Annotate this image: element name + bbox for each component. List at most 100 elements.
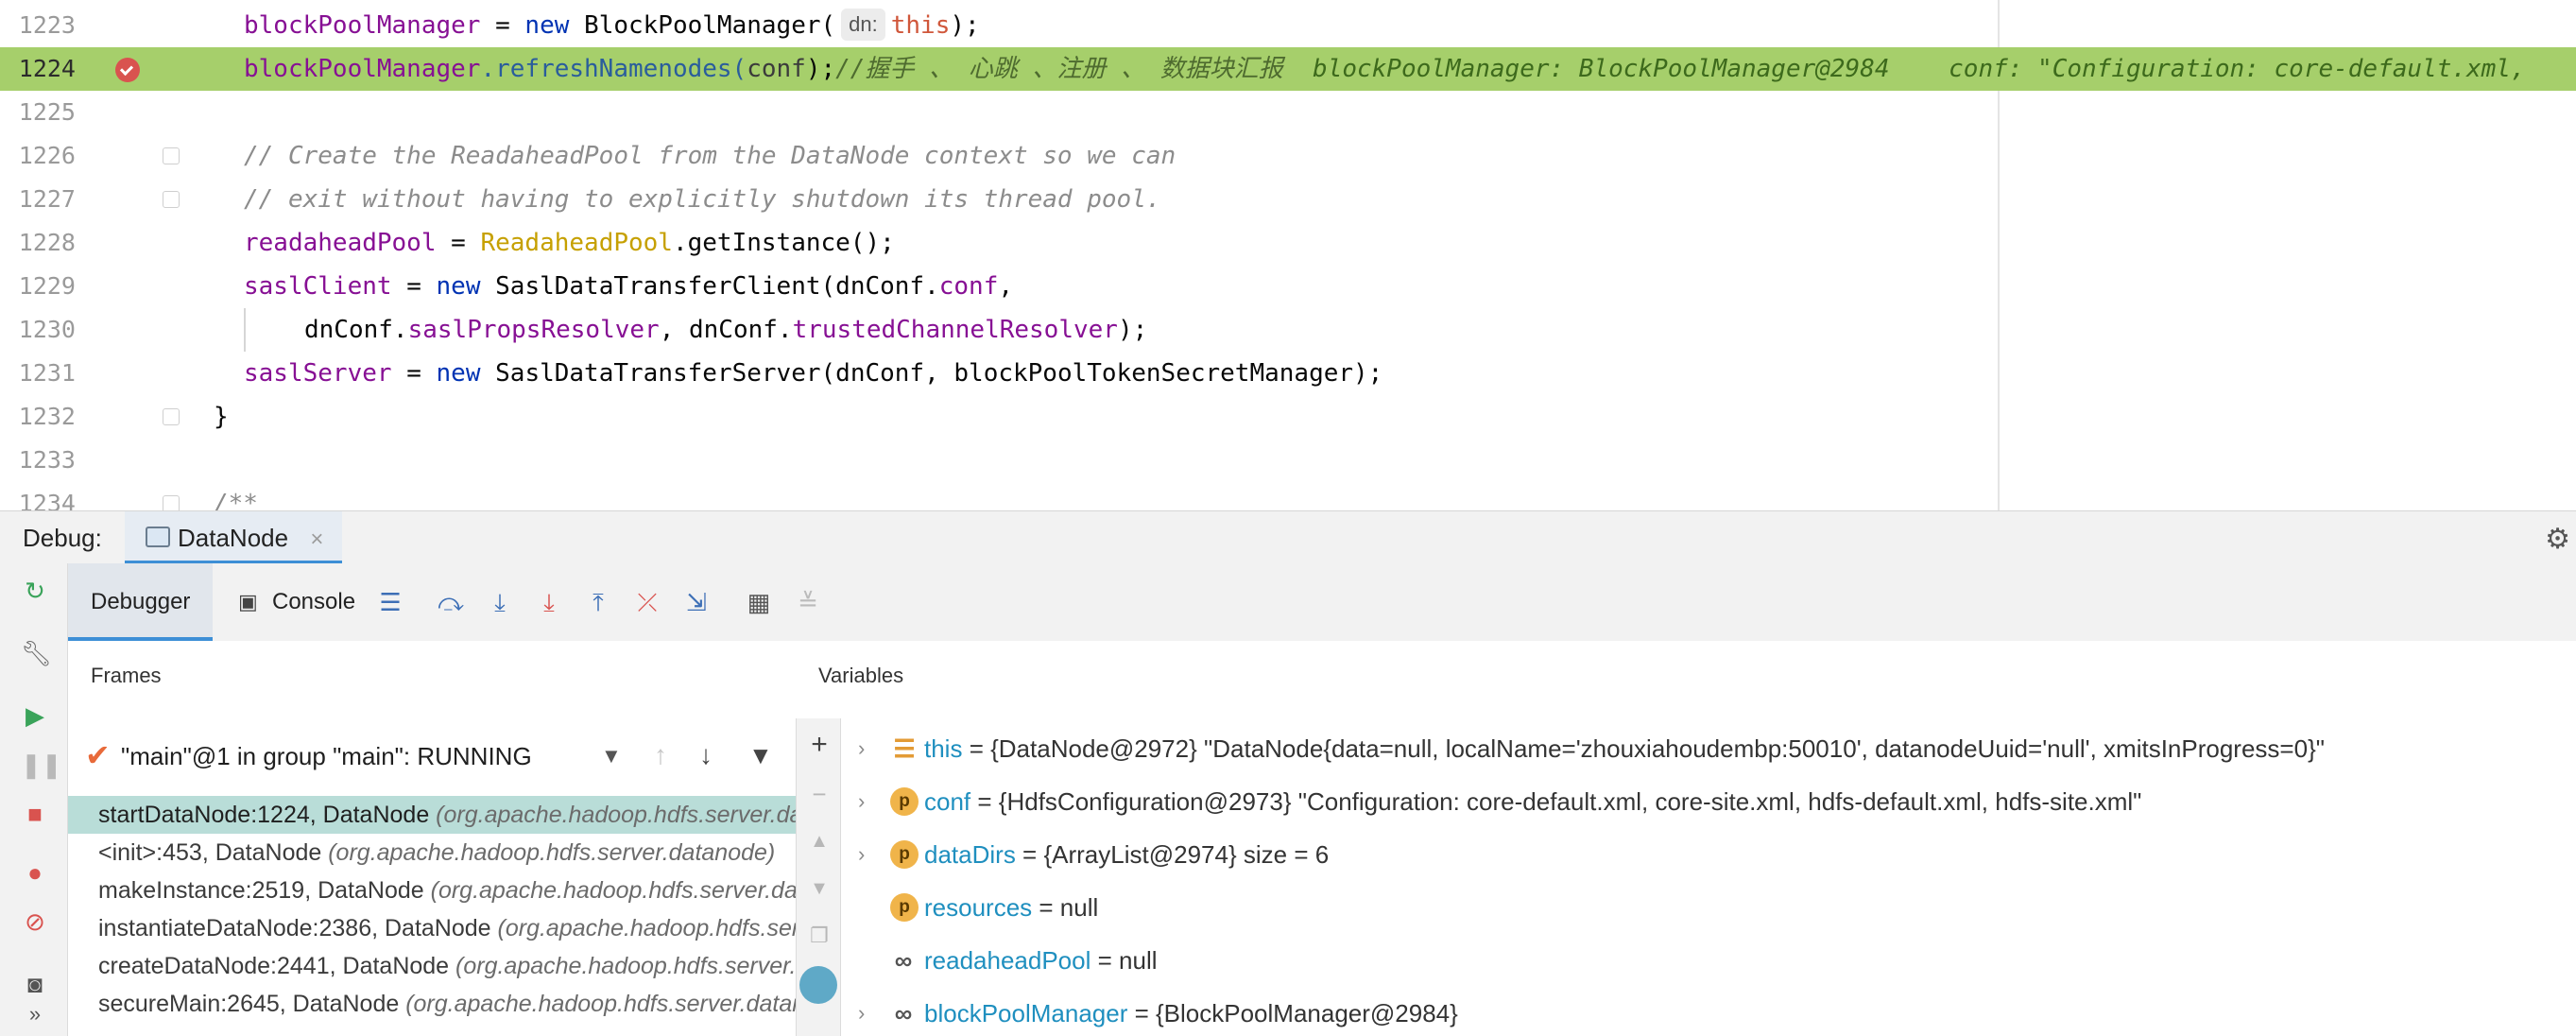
parameter-icon: p	[890, 893, 919, 922]
force-step-into-icon[interactable]: ⤓	[535, 588, 563, 616]
variable-row[interactable]: › ☰ this = {DataNode@2972} "DataNode{dat…	[841, 722, 2576, 775]
inline-debug-values: blockPoolManager: BlockPoolManager@2984 …	[1282, 55, 2541, 83]
code-line-1223[interactable]: 1223 blockPoolManager = new BlockPoolMan…	[0, 4, 2576, 47]
frame-item[interactable]: startDataNode:1224, DataNode (org.apache…	[68, 796, 796, 834]
expand-icon[interactable]: ›	[858, 722, 865, 775]
line-number: 1227	[18, 185, 76, 213]
frame-item[interactable]: instantiateDataNode:2386, DataNode (org.…	[68, 909, 796, 947]
code-line-1227[interactable]: 1227 // exit without having to explicitl…	[0, 178, 2576, 221]
code-editor[interactable]: 1223 blockPoolManager = new BlockPoolMan…	[0, 0, 2576, 510]
layout-icon[interactable]: ☰	[376, 588, 404, 616]
fold-icon[interactable]	[163, 408, 180, 425]
breakpoint-icon[interactable]	[115, 58, 140, 82]
expand-icon[interactable]: ›	[858, 775, 865, 828]
step-out-icon[interactable]: ⤒	[584, 588, 612, 616]
stop-icon[interactable]: ■	[21, 800, 49, 828]
copy-icon[interactable]: ❐	[806, 923, 833, 949]
thread-label: "main"@1 in group "main": RUNNING	[121, 742, 532, 770]
line-number: 1223	[18, 11, 76, 39]
line-number: 1229	[18, 272, 76, 300]
code-line-1233[interactable]: 1233	[0, 439, 2576, 482]
code-line-1234[interactable]: 1234 /**	[0, 482, 2576, 510]
arrow-down-icon[interactable]: ↓	[699, 739, 713, 771]
glasses-icon[interactable]	[799, 966, 837, 1004]
move-down-icon[interactable]: ▼	[806, 875, 833, 902]
watch-glasses-icon: ∞	[894, 946, 913, 975]
code-comment: // exit without having to explicitly shu…	[244, 185, 1161, 214]
move-up-icon[interactable]: ▲	[806, 828, 833, 855]
frame-item[interactable]: createDataNode:2441, DataNode (org.apach…	[68, 947, 796, 985]
debug-session-tab[interactable]: DataNode ×	[125, 511, 343, 564]
mute-breakpoints-icon[interactable]: ⊘	[21, 907, 49, 936]
rerun-icon[interactable]: ↻	[21, 577, 49, 605]
variable-row[interactable]: ∞ readaheadPool = null	[841, 934, 2576, 987]
tab-console[interactable]: ▣ Console	[238, 563, 355, 641]
code-text: saslServer = new SaslDataTransferServer(…	[244, 359, 1383, 388]
arrow-up-icon[interactable]: ↑	[654, 739, 667, 771]
variable-row[interactable]: › p conf = {HdfsConfiguration@2973} "Con…	[841, 775, 2576, 828]
wrench-icon[interactable]: 🔧︎	[21, 639, 52, 667]
parameter-icon: p	[890, 787, 919, 816]
code-line-1230[interactable]: 1230 dnConf.saslPropsResolver, dnConf.tr…	[0, 308, 2576, 352]
variables-title: Variables	[818, 664, 904, 687]
variable-row[interactable]: › p dataDirs = {ArrayList@2974} size = 6	[841, 828, 2576, 881]
session-icon	[146, 527, 170, 547]
frames-title: Frames	[91, 664, 162, 687]
param-hint: dn:	[841, 9, 885, 41]
code-line-1225[interactable]: 1225	[0, 91, 2576, 134]
variable-row[interactable]: › ∞ blockPoolManager = {BlockPoolManager…	[841, 987, 2576, 1036]
console-icon: ▣	[238, 590, 258, 613]
code-text: readaheadPool = ReadaheadPool.getInstanc…	[244, 229, 895, 257]
code-line-1231[interactable]: 1231 saslServer = new SaslDataTransferSe…	[0, 352, 2576, 395]
thread-selector[interactable]: ✔ "main"@1 in group "main": RUNNING ▼ ↑ …	[68, 728, 796, 785]
gear-icon[interactable]: ⚙	[2545, 523, 2570, 556]
trace-icon[interactable]: ≚	[794, 588, 822, 616]
line-number: 1232	[18, 403, 76, 430]
frames-list[interactable]: startDataNode:1224, DataNode (org.apache…	[68, 796, 796, 1036]
code-line-1226[interactable]: 1226 // Create the ReadaheadPool from th…	[0, 134, 2576, 178]
code-line-1228[interactable]: 1228 readaheadPool = ReadaheadPool.getIn…	[0, 221, 2576, 265]
evaluate-expression-icon[interactable]: ▦	[745, 588, 773, 616]
fold-icon[interactable]	[163, 191, 180, 208]
more-icon[interactable]: »	[21, 1000, 49, 1028]
resume-icon[interactable]: ▶	[21, 701, 49, 730]
run-to-cursor-icon[interactable]: ⇲	[682, 588, 711, 616]
filter-icon[interactable]: ▼	[748, 739, 773, 771]
line-number: 1225	[18, 98, 76, 126]
expand-icon[interactable]: ›	[858, 987, 865, 1036]
code-text: dnConf.saslPropsResolver, dnConf.trusted…	[304, 316, 1148, 344]
variable-row[interactable]: p resources = null	[841, 881, 2576, 934]
fold-icon[interactable]	[163, 147, 180, 164]
fold-icon[interactable]	[163, 495, 180, 510]
code-line-1224-current[interactable]: 1224 blockPoolManager.refreshNamenodes(c…	[0, 47, 2576, 91]
frame-item[interactable]: makeInstance:2519, DataNode (org.apache.…	[68, 872, 796, 909]
indent-guide	[244, 308, 246, 352]
parameter-icon: p	[890, 840, 919, 869]
chevron-down-icon[interactable]: ▼	[601, 728, 622, 785]
code-line-1229[interactable]: 1229 saslClient = new SaslDataTransferCl…	[0, 265, 2576, 308]
step-over-icon[interactable]: ⤼	[437, 588, 465, 616]
code-text: saslClient = new SaslDataTransferClient(…	[244, 272, 1014, 301]
check-icon: ✔	[85, 738, 111, 772]
close-icon[interactable]: ×	[310, 527, 323, 552]
debug-tool-window-header: Debug: DataNode × ⚙	[0, 510, 2576, 564]
expand-icon[interactable]: ›	[858, 828, 865, 881]
frame-item[interactable]: <init>:453, DataNode (org.apache.hadoop.…	[68, 834, 796, 872]
remove-watch-icon[interactable]: −	[806, 781, 833, 807]
code-text: blockPoolManager.refreshNamenodes(conf);…	[244, 55, 2541, 83]
view-breakpoints-icon[interactable]: ●	[21, 858, 49, 887]
debug-left-toolbar: ↻ 🔧︎ ▶ ❚❚ ■ ● ⊘ ◙ »	[0, 563, 68, 1036]
camera-icon[interactable]: ◙	[21, 970, 49, 998]
pause-icon[interactable]: ❚❚	[21, 751, 62, 779]
frame-item[interactable]: secureMain:2645, DataNode (org.apache.ha…	[68, 985, 796, 1023]
variables-tree[interactable]: › ☰ this = {DataNode@2972} "DataNode{dat…	[841, 718, 2576, 1036]
drop-frame-icon[interactable]: ⤫	[633, 588, 661, 616]
step-into-icon[interactable]: ⤓	[486, 588, 514, 616]
line-number: 1233	[18, 446, 76, 474]
add-watch-icon[interactable]: +	[806, 731, 833, 759]
code-comment: // Create the ReadaheadPool from the Dat…	[244, 142, 1176, 170]
code-text: }	[214, 403, 229, 431]
code-line-1232[interactable]: 1232 }	[0, 395, 2576, 439]
console-label: Console	[272, 589, 356, 614]
tab-debugger[interactable]: Debugger	[68, 563, 214, 641]
